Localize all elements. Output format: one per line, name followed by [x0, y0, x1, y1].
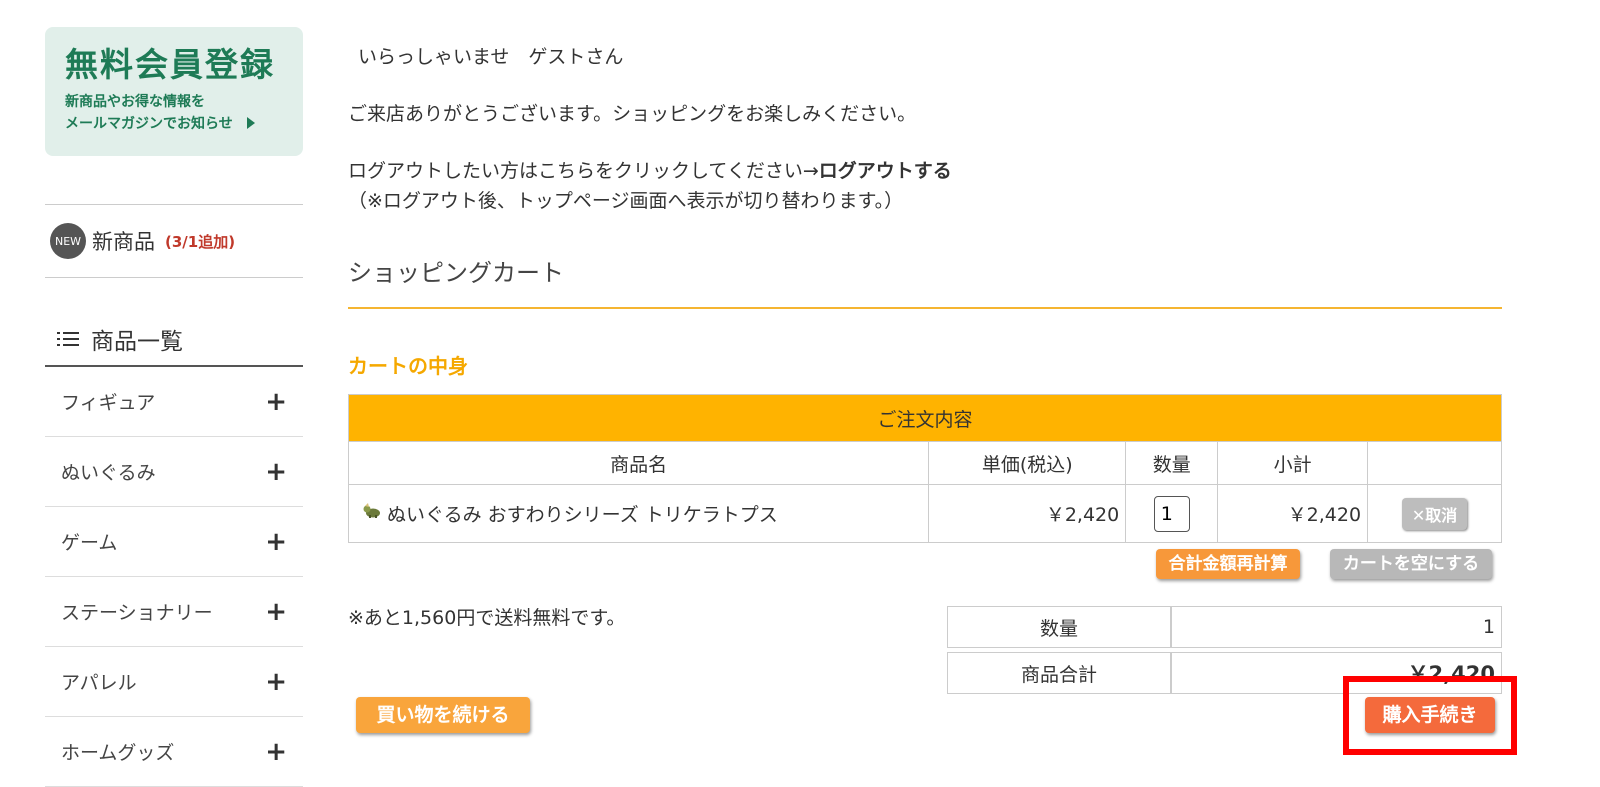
- quantity-input[interactable]: [1153, 495, 1190, 532]
- column-header-qty: 数量: [1125, 441, 1219, 485]
- remove-item-button[interactable]: ✕取消: [1401, 497, 1468, 530]
- recalculate-button[interactable]: 合計金額再計算: [1156, 549, 1300, 579]
- category-item-plush[interactable]: ぬいぐるみ +: [45, 437, 303, 507]
- category-item-apparel[interactable]: アパレル +: [45, 647, 303, 717]
- plus-icon[interactable]: +: [265, 737, 287, 767]
- category-label: ゲーム: [61, 532, 118, 554]
- product-name[interactable]: ぬいぐるみ おすわりシリーズ トリケラトプス: [387, 504, 778, 526]
- signup-banner[interactable]: 無料会員登録 新商品やお得な情報を メールマガジンでお知らせ: [45, 27, 303, 156]
- category-label: フィギュア: [61, 392, 156, 414]
- new-products-label: 新商品: [92, 230, 155, 254]
- unit-price: ￥2,420: [928, 484, 1127, 543]
- title-divider: [348, 307, 1502, 309]
- category-label: アパレル: [61, 672, 137, 694]
- list-icon: [57, 330, 79, 348]
- category-item-figure[interactable]: フィギュア +: [45, 367, 303, 437]
- category-list: フィギュア + ぬいぐるみ + ゲーム + ステーショナリー + アパレル + …: [45, 367, 303, 787]
- category-title: 商品一覧: [91, 328, 183, 355]
- cart-title: ショッピングカート: [348, 259, 564, 287]
- plus-icon[interactable]: +: [265, 667, 287, 697]
- category-item-game[interactable]: ゲーム +: [45, 507, 303, 577]
- column-header-subtotal: 小計: [1217, 441, 1369, 485]
- shipping-note: ※あと1,560円で送料無料です。: [348, 607, 626, 629]
- logout-prompt-line: ログアウトしたい方はこちらをクリックしてください→ログアウトする: [348, 156, 952, 183]
- welcome-text: ご来店ありがとうございます。ショッピングをお楽しみください。: [348, 103, 917, 125]
- new-products-note: (3/1追加): [165, 232, 236, 251]
- column-header-price: 単価(税込): [928, 441, 1127, 485]
- logout-prompt: ログアウトしたい方はこちらをクリックしてください→: [348, 160, 819, 182]
- signup-line1: 新商品やお得な情報を: [65, 94, 205, 110]
- highlight-box: [1343, 676, 1517, 755]
- category-item-home-goods[interactable]: ホームグッズ +: [45, 717, 303, 787]
- summary-row-qty: 数量 1: [947, 606, 1502, 648]
- continue-shopping-button[interactable]: 買い物を続ける: [356, 697, 530, 733]
- logout-link[interactable]: ログアウトする: [819, 160, 952, 182]
- signup-title: 無料会員登録: [65, 45, 275, 84]
- subtotal: ￥2,420: [1217, 484, 1369, 543]
- summary-qty-value: 1: [1171, 606, 1502, 648]
- column-header-row: 商品名 単価(税込) 数量 小計: [347, 441, 1502, 485]
- plus-icon[interactable]: +: [265, 457, 287, 487]
- summary-total-label: 商品合計: [947, 652, 1171, 694]
- plus-icon[interactable]: +: [265, 387, 287, 417]
- new-products-link[interactable]: NEW 新商品 (3/1追加): [45, 204, 303, 278]
- category-header: 商品一覧: [45, 312, 303, 367]
- sidebar: 無料会員登録 新商品やお得な情報を メールマガジンでお知らせ NEW 新商品 (…: [45, 27, 303, 787]
- cart-contents-heading: カートの中身: [348, 354, 468, 378]
- signup-line2-wrap: メールマガジンでお知らせ: [65, 113, 283, 135]
- column-header-action: [1367, 441, 1502, 485]
- action-cell: ✕取消: [1367, 484, 1502, 543]
- category-label: ステーショナリー: [61, 602, 213, 624]
- signup-line2: メールマガジンでお知らせ: [65, 116, 233, 132]
- category-label: ホームグッズ: [61, 742, 175, 764]
- order-header: ご注文内容: [348, 394, 1502, 442]
- product-cell: ぬいぐるみ おすわりシリーズ トリケラトプス: [347, 484, 930, 543]
- table-row: ぬいぐるみ おすわりシリーズ トリケラトプス ￥2,420 ￥2,420 ✕取消: [347, 484, 1502, 543]
- arrow-right-icon: [246, 117, 255, 129]
- qty-cell: [1125, 484, 1219, 543]
- plus-icon[interactable]: +: [265, 527, 287, 557]
- new-badge-icon: NEW: [50, 223, 86, 259]
- column-header-product: 商品名: [347, 441, 930, 485]
- plus-icon[interactable]: +: [265, 597, 287, 627]
- logout-note: （※ログアウト後、トップページ画面へ表示が切り替わります。）: [348, 190, 904, 212]
- cart-table: ご注文内容 商品名 単価(税込) 数量 小計 ぬいぐるみ おすわりシリーズ トリ…: [347, 394, 1502, 543]
- category-item-stationery[interactable]: ステーショナリー +: [45, 577, 303, 647]
- greeting-text: いらっしゃいませ ゲストさん: [358, 46, 624, 68]
- product-thumbnail-icon: [363, 503, 380, 518]
- category-label: ぬいぐるみ: [61, 462, 156, 484]
- summary-qty-label: 数量: [947, 606, 1171, 648]
- empty-cart-button[interactable]: カートを空にする: [1330, 549, 1492, 579]
